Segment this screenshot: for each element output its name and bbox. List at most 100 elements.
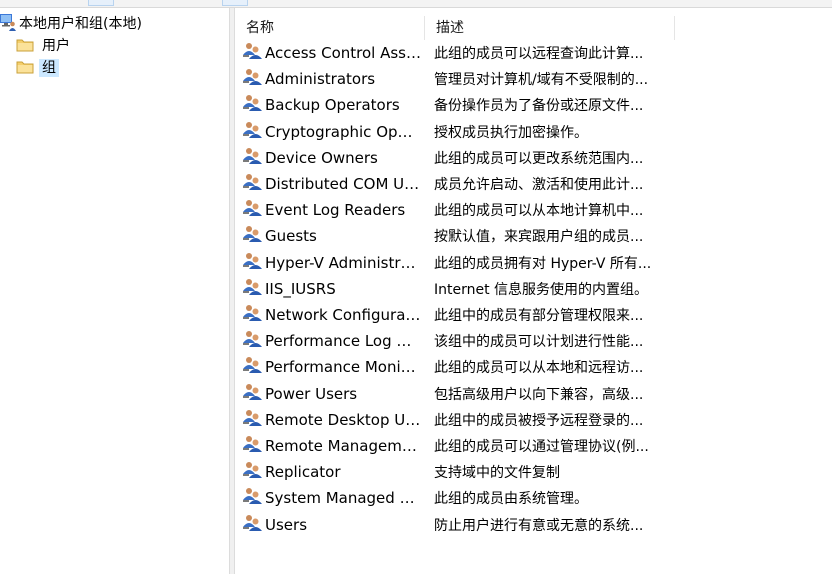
group-name: Device Owners — [265, 148, 378, 167]
group-name: Users — [265, 515, 308, 534]
group-name: Remote Desktop Users — [265, 410, 421, 429]
group-icon — [243, 461, 262, 483]
tree-item-groups[interactable]: 组 — [16, 58, 59, 78]
group-list: 名称 描述 Access Control Assist... 此组的成员可以远程查… — [235, 8, 832, 574]
group-icon — [243, 409, 262, 431]
toolbar-button[interactable] — [222, 0, 248, 6]
row-name-cell: Event Log Readers — [235, 199, 425, 221]
row-name-cell: Guests — [235, 225, 425, 247]
row-name-cell: Performance Monitor... — [235, 356, 425, 378]
table-row[interactable]: Device Owners 此组的成员可以更改系统范围内... — [235, 146, 666, 170]
group-description: 备份操作员为了备份或还原文件... — [434, 98, 644, 115]
table-row[interactable]: System Managed Acc... 此组的成员由系统管理。 — [235, 486, 666, 510]
group-description: 此组的成员可以从本地计算机中... — [434, 203, 644, 220]
row-name-cell: Cryptographic Operat... — [235, 121, 425, 143]
group-name: Event Log Readers — [265, 201, 406, 220]
group-description: 此组的成员可以通过管理协议(例... — [434, 439, 649, 455]
group-name: Performance Monitor... — [265, 358, 421, 377]
row-name-cell: Distributed COM Users — [235, 173, 425, 195]
group-icon — [243, 383, 262, 405]
row-name-cell: Administrators — [235, 68, 425, 90]
group-description: 该组中的成员可以计划进行性能... — [434, 334, 644, 351]
group-description: 管理员对计算机/域有不受限制的... — [434, 72, 649, 89]
row-name-cell: Performance Log Users — [235, 330, 425, 352]
group-description: 此组中的成员被授予远程登录的... — [434, 412, 644, 429]
row-name-cell: Replicator — [235, 461, 425, 483]
row-name-cell: Power Users — [235, 383, 425, 405]
toolbar-strip — [0, 0, 832, 8]
group-icon — [243, 68, 262, 90]
table-row[interactable]: Hyper-V Administrat... 此组的成员拥有对 Hyper-V 所… — [235, 251, 666, 275]
toolbar-button[interactable] — [88, 0, 114, 6]
row-name-cell: IIS_IUSRS — [235, 278, 425, 300]
group-icon — [243, 278, 262, 300]
group-icon — [243, 225, 262, 247]
table-row[interactable]: Network Configuratio... 此组中的成员有部分管理权限来... — [235, 303, 666, 327]
group-name: Remote Managemen... — [265, 437, 421, 455]
group-icon — [243, 330, 262, 352]
table-row[interactable]: Cryptographic Operat... 授权成员执行加密操作。 — [235, 120, 666, 144]
group-name: Network Configuratio... — [265, 306, 421, 324]
group-description: 此组中的成员有部分管理权限来... — [434, 308, 644, 324]
table-row[interactable]: Remote Desktop Users 此组中的成员被授予远程登录的... — [235, 408, 666, 432]
group-name: Access Control Assist... — [265, 44, 421, 62]
folder-icon — [16, 59, 34, 78]
group-description: 此组的成员由系统管理。 — [434, 491, 588, 508]
row-name-cell: Hyper-V Administrat... — [235, 252, 425, 274]
row-name-cell: Users — [235, 514, 425, 536]
table-row[interactable]: Users 防止用户进行有意或无意的系统... — [235, 513, 666, 537]
row-name-cell: System Managed Acc... — [235, 487, 425, 509]
tree-item-users[interactable]: 用户 — [16, 36, 73, 56]
row-name-cell: Remote Managemen... — [235, 435, 425, 457]
group-description: 授权成员执行加密操作。 — [434, 124, 588, 141]
group-icon — [243, 304, 262, 326]
table-row[interactable]: Access Control Assist... 此组的成员可以远程查询此计算..… — [235, 41, 666, 65]
table-row[interactable]: Performance Log Users 该组中的成员可以计划进行性能... — [235, 329, 666, 353]
group-name: Cryptographic Operat... — [265, 122, 421, 141]
group-description: 按默认值，来宾跟用户组的成员... — [434, 229, 644, 246]
group-description: Internet 信息服务使用的内置组。 — [434, 281, 649, 298]
folder-icon — [16, 37, 34, 56]
tree-root[interactable]: 本地用户和组(本地) — [0, 14, 145, 34]
group-name: System Managed Acc... — [265, 489, 421, 508]
table-row[interactable]: Performance Monitor... 此组的成员可以从本地和远程访... — [235, 355, 666, 379]
tree-pane: 本地用户和组(本地) 用户 组 — [0, 8, 229, 574]
group-name: Performance Log Users — [265, 332, 421, 351]
table-row[interactable]: Replicator 支持域中的文件复制 — [235, 460, 666, 484]
table-row[interactable]: IIS_IUSRS Internet 信息服务使用的内置组。 — [235, 277, 666, 301]
table-row[interactable]: Power Users 包括高级用户以向下兼容，高级... — [235, 382, 666, 406]
table-row[interactable]: Guests 按默认值，来宾跟用户组的成员... — [235, 224, 666, 248]
table-row[interactable]: Event Log Readers 此组的成员可以从本地计算机中... — [235, 198, 666, 222]
group-name: IIS_IUSRS — [265, 279, 336, 298]
table-row[interactable]: Backup Operators 备份操作员为了备份或还原文件... — [235, 93, 666, 117]
tree-root-label: 本地用户和组(本地) — [19, 16, 142, 32]
group-icon — [243, 94, 262, 116]
group-description: 此组的成员可以远程查询此计算... — [434, 46, 644, 62]
group-name: Distributed COM Users — [265, 175, 421, 193]
table-row[interactable]: Distributed COM Users 成员允许启动、激活和使用此计... — [235, 172, 666, 196]
group-name: Hyper-V Administrat... — [265, 253, 421, 272]
group-icon — [243, 435, 262, 457]
table-row[interactable]: Remote Managemen... 此组的成员可以通过管理协议(例... — [235, 434, 666, 458]
group-name: Backup Operators — [265, 96, 400, 115]
group-description: 此组的成员拥有对 Hyper-V 所有... — [434, 255, 652, 272]
column-header-name[interactable]: 名称 — [235, 16, 425, 40]
group-icon — [243, 252, 262, 274]
group-description: 此组的成员可以从本地和远程访... — [434, 360, 644, 377]
group-icon — [243, 199, 262, 221]
group-icon — [243, 356, 262, 378]
group-icon — [243, 487, 262, 509]
column-header-description[interactable]: 描述 — [425, 16, 675, 40]
group-icon — [243, 42, 262, 64]
row-name-cell: Access Control Assist... — [235, 42, 425, 64]
group-name: Replicator — [265, 463, 341, 482]
group-name: Guests — [265, 227, 317, 246]
group-description: 此组的成员可以更改系统范围内... — [434, 150, 644, 167]
group-name: Administrators — [265, 70, 376, 89]
table-row[interactable]: Administrators 管理员对计算机/域有不受限制的... — [235, 67, 666, 91]
group-description: 支持域中的文件复制 — [434, 465, 560, 482]
row-name-cell: Remote Desktop Users — [235, 409, 425, 431]
group-description: 包括高级用户以向下兼容，高级... — [434, 386, 644, 403]
tree-item-label: 组 — [39, 59, 59, 77]
row-name-cell: Network Configuratio... — [235, 304, 425, 326]
